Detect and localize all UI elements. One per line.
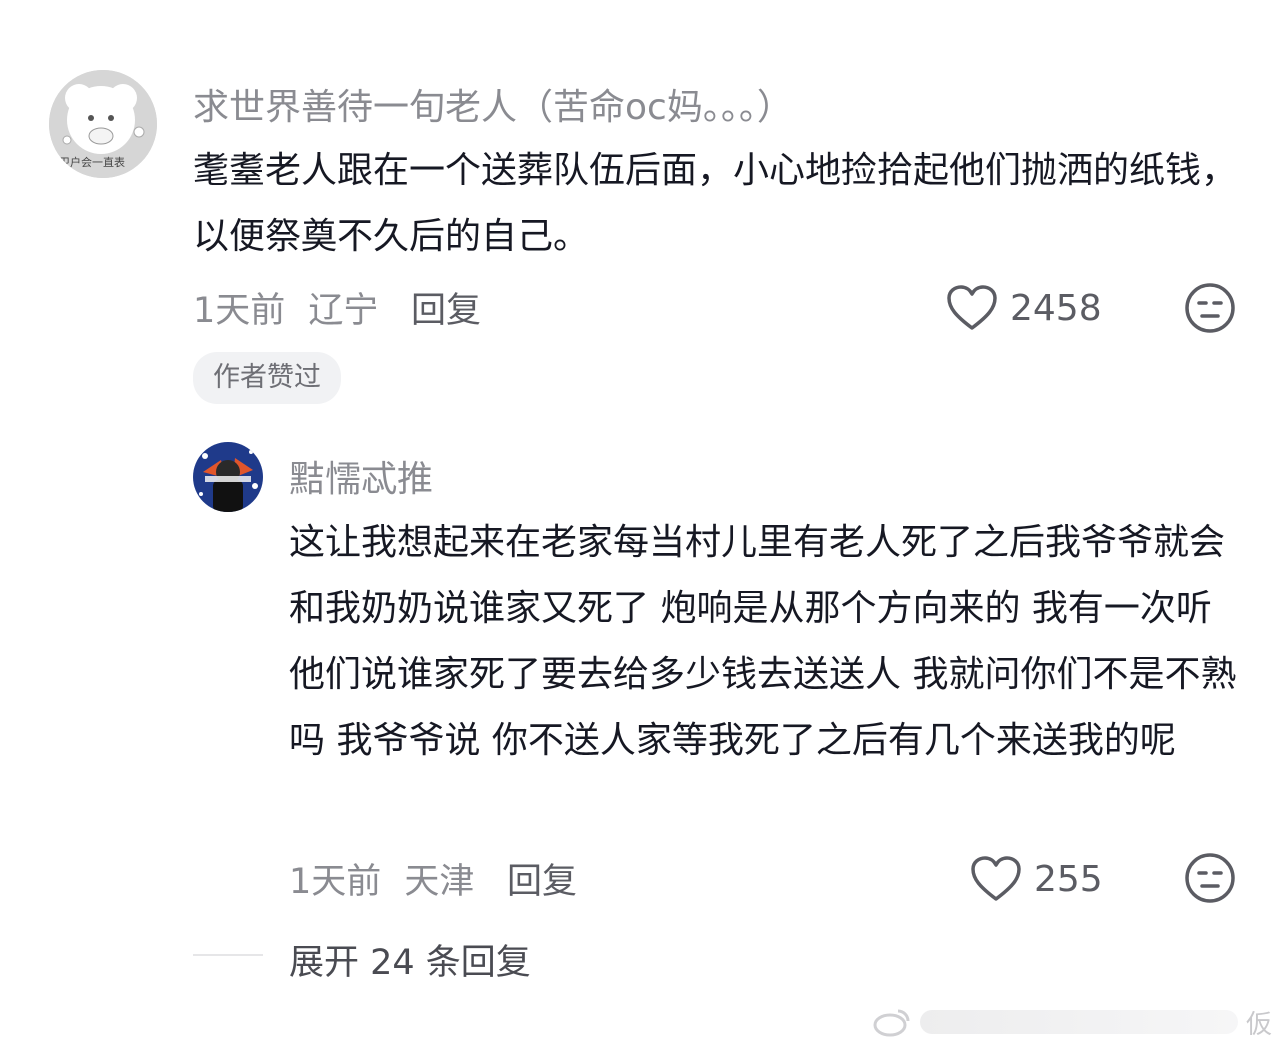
watermark-text: 仮 xyxy=(1245,1009,1272,1040)
meh-face-icon xyxy=(1185,853,1235,903)
comment-timestamp: 1天前 xyxy=(193,291,286,331)
reply-like-count: 255 xyxy=(1034,858,1103,900)
meh-face-icon xyxy=(1185,283,1235,333)
author-liked-badge: 作者赞过 xyxy=(193,352,341,404)
watermark: 仮 xyxy=(872,1002,1272,1042)
replier-username[interactable]: 黠懦忒推 xyxy=(289,450,433,502)
comment-dislike-button[interactable] xyxy=(1184,282,1236,338)
reply-time: 1天前 天津 xyxy=(289,853,474,904)
comment-like-button[interactable]: 2458 xyxy=(946,280,1102,336)
reply-dislike-button[interactable] xyxy=(1184,852,1236,908)
avatar-caption: 卫户会一直表 xyxy=(59,156,125,169)
comment-location: 辽宁 xyxy=(308,291,379,331)
replier-avatar[interactable] xyxy=(193,442,263,512)
reply-timestamp: 1天前 xyxy=(289,862,382,902)
reply-like-button[interactable]: 255 xyxy=(970,851,1103,907)
reply-reply-button[interactable]: 回复 xyxy=(507,853,577,904)
comment-like-count: 2458 xyxy=(1010,287,1102,329)
comment-reply-button[interactable]: 回复 xyxy=(411,282,481,333)
heart-outline-icon xyxy=(971,856,1021,901)
commenter-username[interactable]: 求世界善待一旬老人（苦命oc妈。。。） xyxy=(193,78,793,130)
heart-outline-icon xyxy=(947,285,997,330)
avatar-illustration xyxy=(193,442,263,512)
commenter-avatar[interactable]: 卫户会一直表 xyxy=(49,70,157,178)
comment-text: 耄耋老人跟在一个送葬队伍后面，小心地捡拾起他们抛洒的纸钱，以便祭奠不久后的自己。 xyxy=(193,150,1238,257)
expand-replies-button[interactable]: 展开 24 条回复 xyxy=(289,934,531,985)
expand-divider xyxy=(193,954,263,956)
watermark-bar xyxy=(920,1010,1238,1034)
weibo-logo-icon xyxy=(873,1009,910,1037)
comment-time: 1天前 辽宁 xyxy=(193,282,378,333)
reply-location: 天津 xyxy=(404,862,475,902)
reply-text: 这让我想起来在老家每当村儿里有老人死了之后我爷爷就会和我奶奶说谁家又死了 炮响是… xyxy=(289,522,1237,761)
